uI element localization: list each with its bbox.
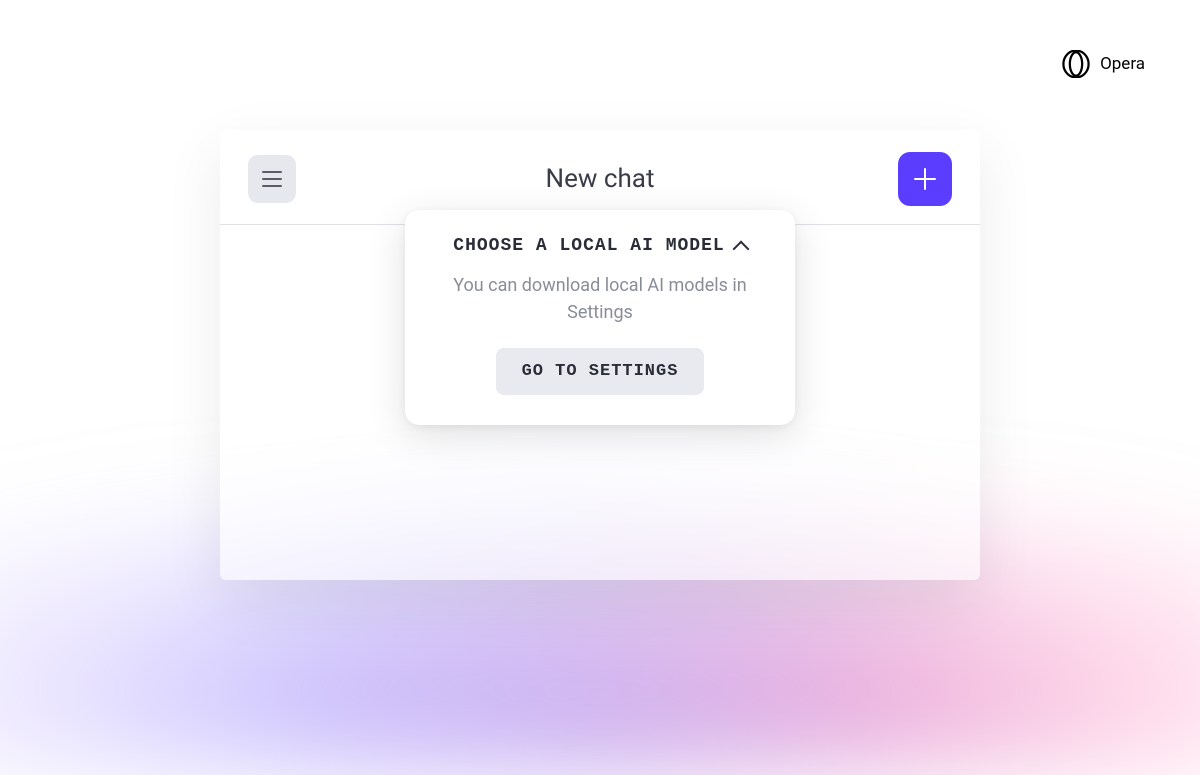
plus-icon [914,168,936,190]
dropdown-title: CHOOSE A LOCAL AI MODEL [453,236,724,256]
new-chat-button[interactable] [898,152,952,206]
model-selector-dropdown: CHOOSE A LOCAL AI MODEL You can download… [405,210,795,425]
go-to-settings-button[interactable]: GO TO SETTINGS [496,348,705,395]
menu-button[interactable] [248,155,296,203]
dropdown-description: You can download local AI models in Sett… [435,272,765,326]
brand-logo-area: Opera [1062,50,1145,78]
brand-name: Opera [1100,54,1145,74]
chevron-up-icon [732,241,749,258]
page-title: New chat [546,164,655,194]
dropdown-toggle[interactable]: CHOOSE A LOCAL AI MODEL [435,236,765,256]
opera-logo-icon [1062,50,1090,78]
hamburger-icon [262,171,282,187]
chat-panel: New chat CHOOSE A LOCAL AI MODEL You can… [220,130,980,580]
